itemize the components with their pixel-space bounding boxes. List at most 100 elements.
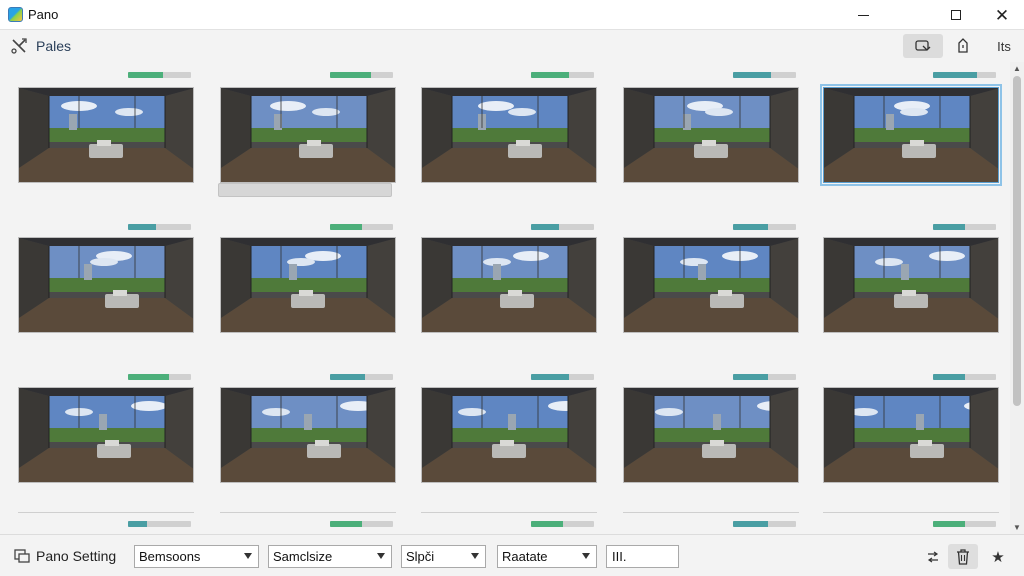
panorama-image: [624, 388, 798, 482]
panorama-thumbnail[interactable]: [823, 387, 999, 483]
dropdown-3-value: Slpči: [406, 549, 435, 564]
maximize-button[interactable]: [933, 0, 979, 30]
thumbnail-scroll-strip[interactable]: [218, 183, 392, 197]
panorama-image: [422, 238, 596, 332]
close-button[interactable]: ✕: [979, 0, 1024, 30]
dropdown-2-value: Samclsize: [273, 549, 333, 564]
thumbnail-progress-bar: [733, 224, 796, 230]
dropdown-4[interactable]: Raatate: [497, 545, 597, 568]
panorama-thumbnail[interactable]: [220, 87, 396, 183]
panorama-thumbnail[interactable]: [623, 87, 799, 183]
toolbar-title: Pales: [36, 38, 72, 54]
panorama-image: [221, 238, 395, 332]
panorama-thumbnail[interactable]: [421, 87, 597, 183]
thumbnail-progress-bar: [733, 374, 796, 380]
progress-fill: [330, 72, 371, 78]
settings-title: Pano Setting: [36, 548, 117, 564]
dropdown-3[interactable]: Slpči: [401, 545, 486, 568]
rotate-view-button[interactable]: [903, 34, 943, 58]
swap-button[interactable]: [922, 544, 944, 569]
progress-fill: [128, 224, 156, 230]
panorama-thumbnail[interactable]: [18, 237, 194, 333]
progress-fill: [933, 72, 977, 78]
thumbnail-row-edge: [623, 512, 799, 513]
progress-fill: [733, 521, 768, 527]
settings-bar: Pano Setting Bemsoons Samclsize Slpči Ra…: [0, 534, 1024, 576]
progress-fill: [933, 374, 965, 380]
progress-fill: [531, 521, 563, 527]
chevron-down-icon: [244, 553, 252, 559]
dropdown-1-value: Bemsoons: [139, 549, 201, 564]
scroll-down-icon[interactable]: ▼: [1013, 523, 1021, 532]
minimize-button[interactable]: [840, 0, 886, 30]
panorama-thumbnail[interactable]: [18, 387, 194, 483]
panorama-thumbnail[interactable]: [623, 237, 799, 333]
progress-fill: [531, 374, 569, 380]
panorama-image: [19, 238, 193, 332]
dropdown-4-value: Raatate: [502, 549, 548, 564]
progress-fill: [330, 224, 362, 230]
vertical-scrollbar[interactable]: ▲ ▼: [1010, 62, 1024, 534]
thumbnail-progress-bar: [933, 224, 996, 230]
thumbnail-progress-bar: [933, 72, 996, 78]
star-icon: ★: [991, 548, 1005, 566]
toolbar: Pales Its: [0, 30, 1024, 62]
minimize-icon: [857, 14, 869, 16]
panorama-thumbnail[interactable]: [220, 237, 396, 333]
thumbnail-row-edge: [421, 512, 597, 513]
progress-fill: [933, 521, 965, 527]
thumbnail-progress-bar: [330, 72, 393, 78]
delete-button[interactable]: [948, 544, 978, 569]
dropdown-1[interactable]: Bemsoons: [134, 545, 259, 568]
thumbnail-progress-bar: [933, 374, 996, 380]
panorama-thumbnail[interactable]: [421, 387, 597, 483]
thumbnail-progress-bar: [733, 72, 796, 78]
swap-icon: [927, 551, 939, 562]
progress-fill: [128, 72, 163, 78]
panorama-thumbnail[interactable]: [421, 237, 597, 333]
progress-fill: [330, 374, 365, 380]
thumbnail-progress-bar: [330, 374, 393, 380]
thumbnail-progress-bar: [933, 521, 996, 527]
tag-icon: [958, 38, 968, 53]
progress-fill: [531, 224, 559, 230]
toolbar-right-text[interactable]: Its: [990, 34, 1018, 58]
dropdown-2[interactable]: Samclsize: [268, 545, 392, 568]
window-title: Pano: [28, 7, 59, 22]
value-input[interactable]: III.: [606, 545, 679, 568]
thumbnail-progress-bar: [531, 374, 594, 380]
app-logo-icon: [8, 7, 23, 22]
progress-fill: [933, 224, 965, 230]
settings-panel-icon: [14, 549, 30, 563]
panorama-image: [422, 388, 596, 482]
scroll-up-icon[interactable]: ▲: [1013, 64, 1021, 73]
progress-fill: [733, 224, 768, 230]
scrollbar-thumb[interactable]: [1013, 76, 1021, 406]
progress-fill: [531, 72, 569, 78]
panorama-image: [824, 388, 998, 482]
favorite-button[interactable]: ★: [986, 544, 1010, 569]
tag-button[interactable]: [952, 34, 974, 58]
progress-fill: [128, 374, 169, 380]
chevron-down-icon: [377, 553, 385, 559]
panorama-thumbnail[interactable]: [623, 387, 799, 483]
thumbnail-progress-bar: [531, 224, 594, 230]
panorama-image: [221, 388, 395, 482]
progress-fill: [128, 521, 147, 527]
close-icon: ✕: [994, 5, 1010, 25]
tools-icon[interactable]: [10, 37, 28, 55]
panorama-thumbnail[interactable]: [18, 87, 194, 183]
thumbnail-row-edge: [220, 512, 396, 513]
title-bar: Pano ✕: [0, 0, 1024, 30]
chevron-down-icon: [582, 553, 590, 559]
panorama-image: [19, 88, 193, 182]
panorama-thumbnail[interactable]: [820, 84, 1002, 186]
progress-fill: [733, 72, 771, 78]
thumbnail-progress-bar: [128, 72, 191, 78]
app-window: Pano ✕ Pales Its ▲ ▼ Pano Setting Bemsoo…: [0, 0, 1024, 576]
progress-fill: [733, 374, 768, 380]
thumbnail-progress-bar: [128, 224, 191, 230]
panorama-thumbnail[interactable]: [823, 237, 999, 333]
panorama-thumbnail[interactable]: [220, 387, 396, 483]
panorama-image: [221, 88, 395, 182]
